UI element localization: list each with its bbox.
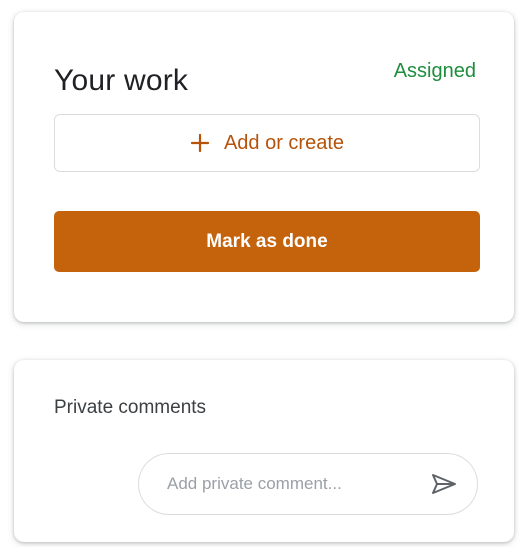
private-comments-title: Private comments [54,397,207,418]
plus-icon [190,133,210,153]
status-badge: Assigned [393,60,476,82]
send-icon[interactable] [429,469,459,499]
private-comment-field[interactable] [138,453,478,515]
private-comments-card: Private comments [14,360,514,542]
your-work-card: Your work Assigned Add or create Mark as… [14,12,514,322]
mark-as-done-label: Mark as done [206,230,328,252]
your-work-title: Your work [54,64,189,97]
private-comment-input[interactable] [165,473,429,495]
add-or-create-button[interactable]: Add or create [54,114,480,172]
add-or-create-label: Add or create [223,131,345,154]
mark-as-done-button[interactable]: Mark as done [54,211,480,272]
